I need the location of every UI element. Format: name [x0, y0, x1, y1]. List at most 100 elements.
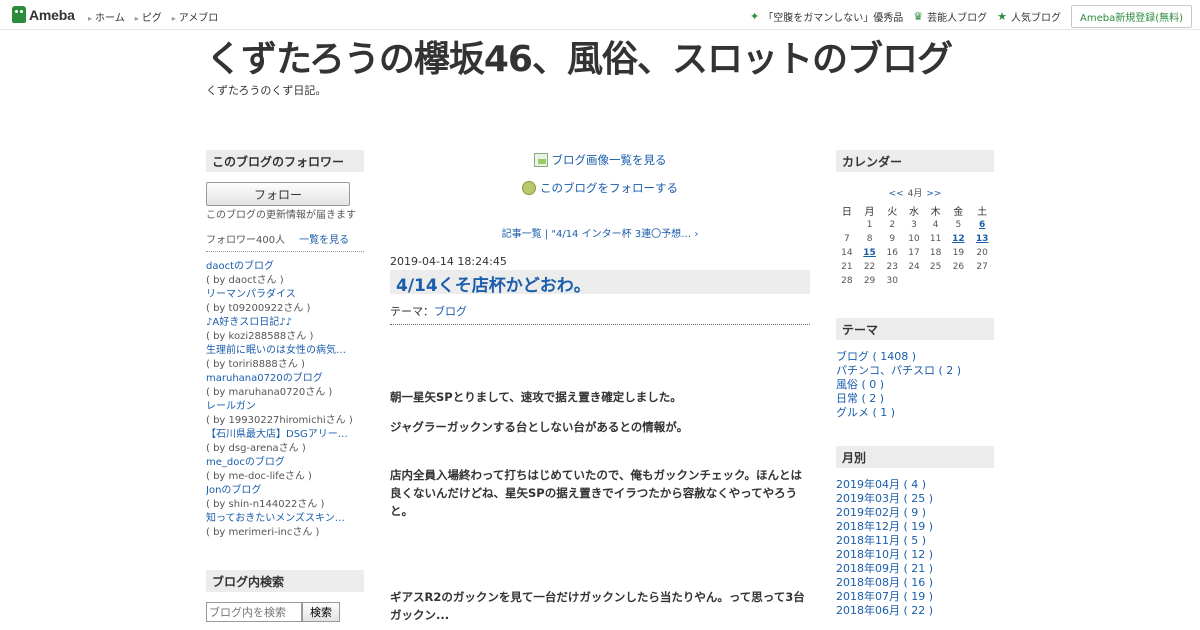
- calendar-day: [970, 274, 994, 288]
- follower-blog-link[interactable]: 生理前に眠いのは女性の病気…: [206, 344, 364, 358]
- archive-item[interactable]: 2018年12月 ( 19 ): [836, 520, 994, 534]
- crown-icon: ♛: [913, 10, 924, 23]
- calendar-next-link[interactable]: >>: [926, 189, 941, 199]
- follower-list-link[interactable]: 一覧を見る: [299, 235, 349, 246]
- entry-title-link[interactable]: 4/14くそ店杯かどおわ。: [396, 276, 591, 296]
- calendar-day: 11: [929, 234, 942, 244]
- calendar-week: 1 2 3 4 56: [836, 218, 994, 232]
- follower-by: ( by me-doc-lifeさん ): [206, 471, 312, 482]
- calendar-day[interactable]: 15: [858, 246, 882, 260]
- archive-item[interactable]: 2018年08月 ( 16 ): [836, 576, 994, 590]
- calendar-day: 23: [886, 262, 898, 272]
- top-bar: Ameba ▸ ホーム ▸ ピグ ▸ アメブロ ✦ 「空腹をガマンしない」優秀品 ♛ 芸能…: [0, 0, 1200, 30]
- followers-heading: このブログのフォロワー: [206, 150, 364, 172]
- list-item: daoctのブログ( by daoctさん ): [206, 260, 364, 288]
- calendar-weekday: 火: [887, 207, 898, 218]
- right-sidebar: カレンダー << 4月 >> 日月火水木金土 1 2 3 4 5 6 7 8 9 10 11 12 13 14…: [836, 150, 994, 618]
- list-item: リーマンパラダイス( by t09200922さん ): [206, 288, 364, 316]
- entry-title: 4/14くそ店杯かどおわ。: [390, 270, 810, 296]
- follower-blog-link[interactable]: maruhana0720のブログ: [206, 372, 364, 386]
- follower-blog-link[interactable]: リーマンパラダイス: [206, 288, 364, 302]
- follower-blog-link[interactable]: me_docのブログ: [206, 456, 364, 470]
- archive-item[interactable]: 2019年03月 ( 25 ): [836, 492, 994, 506]
- calendar-prev-link[interactable]: <<: [889, 189, 904, 199]
- calendar-day: 19: [952, 248, 965, 258]
- image-gallery-icon: [533, 153, 548, 167]
- calendar-month: 4月: [907, 189, 923, 199]
- follower-by: ( by merimeri-incさん ): [206, 527, 320, 538]
- follower-blog-link[interactable]: 知っておきたいメンズスキン…: [206, 512, 364, 526]
- follower-blog-link[interactable]: 【石川県最大店】DSGアリー…: [206, 428, 364, 442]
- calendar-day: 28: [841, 276, 853, 286]
- nav-pigg-label: ピグ: [141, 13, 162, 24]
- list-item: 生理前に眠いのは女性の病気…( by toriri8888さん ): [206, 344, 364, 372]
- calendar-day: 16: [886, 248, 898, 258]
- popular-blog-link[interactable]: ★ 人気ブログ: [997, 9, 1061, 24]
- theme-item[interactable]: グルメ ( 1 ): [836, 406, 994, 420]
- chevron-right-icon: ▸: [134, 14, 139, 23]
- calendar-day: 4: [932, 220, 939, 230]
- image-list-link[interactable]: ブログ画像一覧を見る: [552, 152, 667, 168]
- celebrity-blog-label: 芸能人ブログ: [927, 13, 988, 24]
- promo-link[interactable]: ✦ 「空腹をガマンしない」優秀品: [750, 9, 903, 24]
- calendar-day[interactable]: 12: [946, 232, 970, 246]
- calendar-day: 27: [976, 262, 988, 272]
- archive-item[interactable]: 2018年11月 ( 5 ): [836, 534, 994, 548]
- blog-description: くずたろうのくず日記。: [206, 84, 327, 97]
- nav-ameblo[interactable]: ▸ アメブロ: [172, 9, 219, 24]
- calendar-week: 14 15 16 17 18 19 20: [836, 246, 994, 260]
- theme-item[interactable]: パチンコ、パチスロ ( 2 ): [836, 364, 994, 378]
- search-button[interactable]: 検索: [302, 602, 340, 622]
- list-item: ♪A好きスロ日記♪♪( by kozi288588さん ): [206, 316, 364, 344]
- celebrity-blog-link[interactable]: ♛ 芸能人ブログ: [913, 9, 987, 24]
- calendar-day[interactable]: 6: [970, 218, 994, 232]
- theme-link[interactable]: ブログ: [434, 305, 467, 318]
- archive-item[interactable]: 2018年07月 ( 19 ): [836, 590, 994, 604]
- search-input[interactable]: [206, 602, 302, 622]
- register-button[interactable]: Ameba新規登録(無料): [1070, 5, 1192, 28]
- calendar-weekday: 月: [864, 207, 875, 218]
- calendar-day: [925, 274, 947, 288]
- nav-pigg[interactable]: ▸ ピグ: [135, 9, 162, 24]
- nav-ameblo-label: アメブロ: [178, 13, 219, 24]
- calendar-day: 7: [843, 234, 850, 244]
- calendar-weekday: 木: [930, 207, 941, 218]
- archive-item[interactable]: 2019年04月 ( 4 ): [836, 478, 994, 492]
- entry-theme: テーマ：ブログ: [390, 303, 810, 325]
- calendar-day: 10: [908, 234, 920, 244]
- follow-button[interactable]: フォロー: [206, 182, 350, 206]
- calendar-day: 1: [866, 220, 873, 230]
- list-item: maruhana0720のブログ( by maruhana0720さん ): [206, 372, 364, 400]
- archive-item[interactable]: 2019年02月 ( 9 ): [836, 506, 994, 520]
- calendar-week: 21 22 23 24 25 26 27: [836, 260, 994, 274]
- follower-by: ( by shin-n144022さん ): [206, 499, 325, 510]
- follower-blog-link[interactable]: ♪A好きスロ日記♪♪: [206, 316, 364, 330]
- nav-home[interactable]: ▸ ホーム: [88, 9, 125, 24]
- follower-blog-link[interactable]: Jonのブログ: [206, 484, 364, 498]
- list-item: me_docのブログ( by me-doc-lifeさん ): [206, 456, 364, 484]
- theme-item[interactable]: 風俗 ( 0 ): [836, 378, 994, 392]
- calendar-day: 18: [929, 248, 942, 258]
- entry-body: 朝一星矢SPとりまして、速攻で据え置き確定しました。 ジャグラーガックンする台と…: [390, 388, 810, 624]
- calendar-day[interactable]: 13: [970, 232, 994, 246]
- archive-item[interactable]: 2018年06月 ( 22 ): [836, 604, 994, 618]
- chevron-right-icon: ›: [691, 229, 699, 240]
- blog-title[interactable]: くずたろうの欅坂46、風俗、スロットのブログ: [206, 30, 953, 82]
- archive-item[interactable]: 2018年09月 ( 21 ): [836, 562, 994, 576]
- theme-item[interactable]: ブログ ( 1408 ): [836, 350, 994, 364]
- chevron-right-icon: ▸: [88, 14, 93, 23]
- follower-by: ( by maruhana0720さん ): [206, 387, 333, 398]
- calendar-week: 28 29 30: [836, 274, 994, 288]
- ameba-logo[interactable]: Ameba: [12, 6, 75, 23]
- archive-item[interactable]: 2018年10月 ( 12 ): [836, 548, 994, 562]
- entry-date: 2019-04-14 18:24:45: [390, 255, 507, 268]
- theme-item[interactable]: 日常 ( 2 ): [836, 392, 994, 406]
- calendar-day: 20: [976, 248, 988, 258]
- entry-nav-link[interactable]: 記事一覧 | "4/14 インター杯 3連〇予想…: [502, 229, 692, 240]
- follower-blog-link[interactable]: レールガン: [206, 400, 364, 414]
- follow-blog-link[interactable]: このブログをフォローする: [540, 180, 678, 196]
- entry-paragraph: 朝一星矢SPとりまして、速攻で据え置き確定しました。: [390, 390, 682, 404]
- list-item: 【石川県最大店】DSGアリー…( by dsg-arenaさん ): [206, 428, 364, 456]
- follower-blog-link[interactable]: daoctのブログ: [206, 260, 364, 274]
- follower-count-row: フォロワー400人 一覧を見る: [206, 231, 364, 252]
